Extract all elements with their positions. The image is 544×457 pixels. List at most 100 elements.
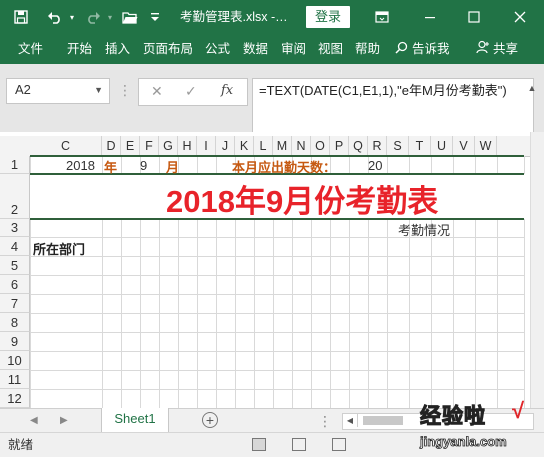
- cell-f1-month[interactable]: 9: [140, 158, 147, 173]
- cell-a2-sheet-title[interactable]: 2018年9月份考勤表: [166, 176, 438, 221]
- row-header[interactable]: 5: [0, 256, 30, 275]
- column-header[interactable]: K: [235, 136, 254, 156]
- row-header[interactable]: 6: [0, 275, 30, 294]
- redo-dropdown-icon[interactable]: ▾: [104, 0, 116, 34]
- grid-col-line: [497, 156, 498, 174]
- row-header[interactable]: 2: [0, 174, 30, 219]
- add-sheet-icon[interactable]: +: [202, 412, 218, 428]
- column-header[interactable]: T: [409, 136, 431, 156]
- cell-d1-year-label[interactable]: 年: [104, 157, 117, 176]
- document-title: 考勤管理表.xlsx -…: [180, 10, 288, 24]
- expand-formula-bar-icon[interactable]: ▲: [524, 78, 540, 98]
- column-header[interactable]: F: [140, 136, 159, 156]
- column-header[interactable]: G: [159, 136, 178, 156]
- column-header[interactable]: W: [475, 136, 497, 156]
- row-header[interactable]: 1: [0, 156, 30, 174]
- tab-home[interactable]: 开始: [67, 34, 92, 64]
- tab-help[interactable]: 帮助: [355, 34, 380, 64]
- column-header[interactable]: I: [197, 136, 216, 156]
- tab-split-grip-icon[interactable]: ⋮: [318, 409, 332, 433]
- maximize-icon[interactable]: [452, 0, 496, 34]
- save-icon[interactable]: [8, 0, 34, 34]
- grid-row-line: [30, 275, 524, 276]
- sheet-tab-sheet1[interactable]: Sheet1: [102, 408, 168, 434]
- horizontal-scrollbar[interactable]: ◀: [342, 413, 534, 430]
- tab-review[interactable]: 审阅: [281, 34, 306, 64]
- formula-buttons: ✕ ✓ fx: [138, 78, 248, 106]
- column-header[interactable]: V: [453, 136, 475, 156]
- tab-data[interactable]: 数据: [243, 34, 268, 64]
- page-break-view-icon[interactable]: [332, 438, 346, 451]
- share-label: 共享: [493, 42, 519, 56]
- column-header[interactable]: C: [30, 136, 102, 156]
- tab-view[interactable]: 视图: [318, 34, 343, 64]
- tab-formulas[interactable]: 公式: [205, 34, 230, 64]
- row-header[interactable]: 10: [0, 351, 30, 370]
- cell-k1-workdays-label[interactable]: 本月应出勤天数：: [232, 157, 336, 176]
- horizontal-scroll-thumb[interactable]: [363, 416, 403, 425]
- column-header[interactable]: H: [178, 136, 197, 156]
- vertical-scrollbar[interactable]: [530, 132, 544, 408]
- grid-col-line: [273, 219, 274, 408]
- cell-a4-department[interactable]: 所在部门: [33, 239, 85, 258]
- row-header[interactable]: 12: [0, 389, 30, 408]
- name-box[interactable]: A2 ▼: [6, 78, 110, 104]
- row-header[interactable]: 9: [0, 332, 30, 351]
- normal-view-icon[interactable]: [252, 438, 266, 451]
- cancel-icon[interactable]: ✕: [151, 79, 163, 103]
- formula-input[interactable]: =TEXT(DATE(C1,E1,1),"e年M月份考勤表"): [252, 78, 534, 136]
- next-sheet-icon[interactable]: ▶: [60, 409, 68, 433]
- ribbon-display-icon[interactable]: [360, 0, 404, 34]
- cell-c1-year[interactable]: 2018: [66, 158, 95, 173]
- grid-col-line: [330, 219, 331, 408]
- cell-r3-attendance-header[interactable]: 考勤情况: [398, 220, 450, 239]
- grid-col-line: [475, 219, 476, 408]
- title-bar: ▾ ▾ 考勤管理表.xlsx -… 登录: [0, 0, 544, 34]
- grid-col-line: [431, 156, 432, 174]
- undo-icon[interactable]: [44, 0, 66, 34]
- row-header[interactable]: 8: [0, 313, 30, 332]
- folder-open-icon[interactable]: [118, 0, 142, 34]
- close-icon[interactable]: [498, 0, 542, 34]
- undo-dropdown-icon[interactable]: ▾: [66, 0, 78, 34]
- cell-g1-month-label[interactable]: 月: [166, 157, 179, 176]
- customize-toolbar-icon[interactable]: [148, 0, 162, 34]
- scroll-left-icon[interactable]: ◀: [343, 414, 358, 427]
- tab-file[interactable]: 文件: [18, 34, 43, 64]
- row-header[interactable]: 11: [0, 370, 30, 389]
- column-header[interactable]: U: [431, 136, 453, 156]
- formula-bar-grip-icon[interactable]: ⋮: [118, 82, 132, 99]
- prev-sheet-icon[interactable]: ◀: [30, 409, 38, 433]
- page-layout-view-icon[interactable]: [292, 438, 306, 451]
- row-header[interactable]: 3: [0, 219, 30, 237]
- grid-col-line: [102, 219, 103, 408]
- tab-insert[interactable]: 插入: [105, 34, 130, 64]
- tell-me-search[interactable]: 告诉我: [395, 34, 450, 64]
- column-header[interactable]: P: [330, 136, 349, 156]
- column-header[interactable]: M: [273, 136, 292, 156]
- column-header[interactable]: S: [387, 136, 409, 156]
- worksheet-grid[interactable]: C D E F G H I J K L M N O P Q R S T U V …: [0, 132, 544, 408]
- column-header[interactable]: E: [121, 136, 140, 156]
- grid-col-line: [121, 219, 122, 408]
- share-button[interactable]: 共享: [476, 34, 518, 64]
- column-header[interactable]: N: [292, 136, 311, 156]
- column-header[interactable]: R: [368, 136, 387, 156]
- row-header[interactable]: 4: [0, 237, 30, 256]
- enter-check-icon[interactable]: ✓: [185, 79, 197, 103]
- row-header[interactable]: 7: [0, 294, 30, 313]
- minimize-icon[interactable]: [408, 0, 452, 34]
- tab-page-layout[interactable]: 页面布局: [143, 34, 193, 64]
- column-header[interactable]: Q: [349, 136, 368, 156]
- column-header[interactable]: J: [216, 136, 235, 156]
- insert-function-icon[interactable]: fx: [221, 79, 233, 103]
- column-header[interactable]: D: [102, 136, 121, 156]
- chevron-down-icon[interactable]: ▼: [94, 79, 103, 101]
- grid-col-line: [30, 219, 31, 408]
- column-header[interactable]: L: [254, 136, 273, 156]
- column-header[interactable]: O: [311, 136, 330, 156]
- login-button[interactable]: 登录: [306, 6, 350, 28]
- grid-col-line: [235, 219, 236, 408]
- redo-icon[interactable]: [82, 0, 104, 34]
- cell-p1-workdays[interactable]: 20: [368, 158, 382, 173]
